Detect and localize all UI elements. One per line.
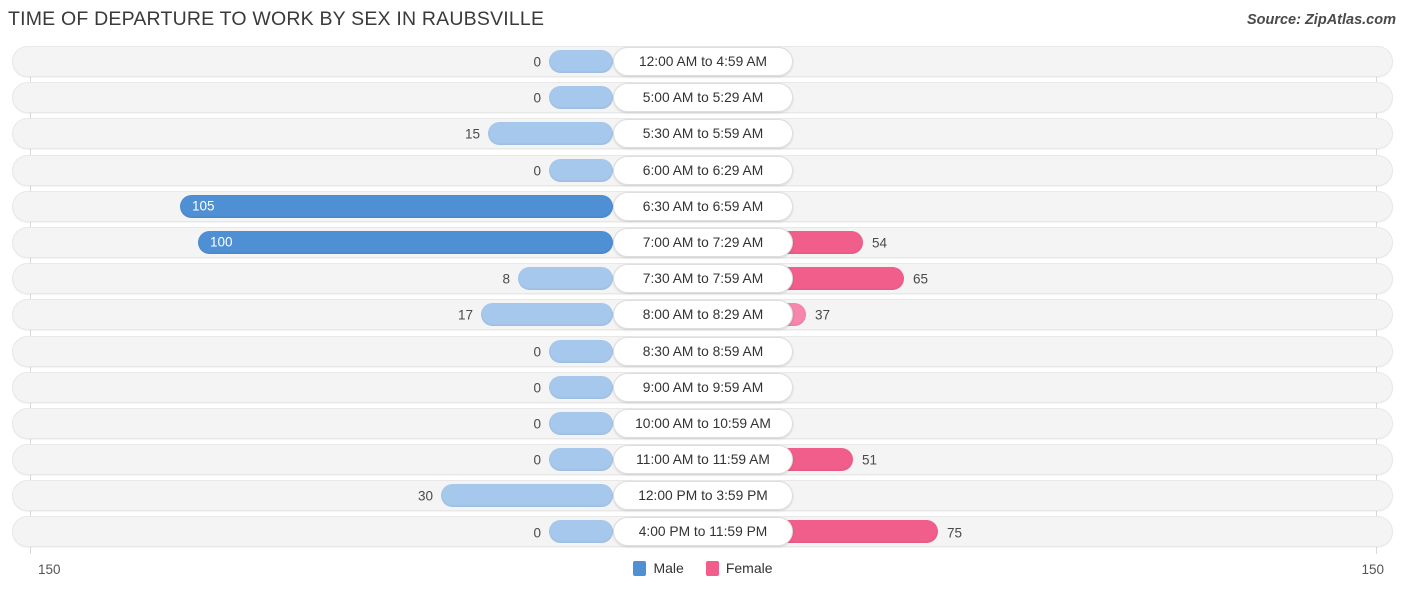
- category-label-pill[interactable]: 7:30 AM to 7:59 AM: [613, 264, 793, 294]
- chart-plot-area: 0 0 12:00 AM to 4:59 AM 0 0 5:00 AM to 5:29 A…: [0, 44, 1406, 556]
- bar-male-value: 0: [533, 452, 541, 468]
- category-label: 4:00 PM to 11:59 PM: [638, 524, 768, 540]
- category-label-pill[interactable]: 8:30 AM to 8:59 AM: [613, 336, 793, 366]
- bar-female-value: 65: [913, 271, 929, 287]
- bar-rows: 0 0 12:00 AM to 4:59 AM 0 0 5:00 AM to 5:29 A…: [0, 44, 1406, 551]
- legend-label-male: Male: [653, 560, 684, 576]
- category-label: 7:00 AM to 7:29 AM: [642, 234, 764, 250]
- legend-swatch-female-icon: [705, 560, 719, 576]
- bar-male[interactable]: [549, 339, 613, 363]
- bar-male[interactable]: [518, 267, 613, 291]
- category-label: 6:30 AM to 6:59 AM: [642, 198, 764, 214]
- category-label-pill[interactable]: 12:00 AM to 4:59 AM: [613, 47, 793, 76]
- table-row[interactable]: 30012:00 PM to 3:59 PM: [0, 478, 1406, 514]
- category-label: 12:00 AM to 4:59 AM: [638, 54, 768, 69]
- bar-male[interactable]: [549, 375, 613, 399]
- chart-footer: 150 150 Male Female: [0, 556, 1406, 594]
- category-label: 8:00 AM to 8:29 AM: [642, 307, 764, 323]
- legend-item-female[interactable]: Female: [705, 560, 773, 576]
- bar-male-value-inside: 100: [210, 234, 233, 250]
- bar-female-value: 37: [815, 307, 831, 323]
- bar-male-value: 17: [457, 307, 473, 323]
- bar-male-value: 0: [533, 380, 541, 396]
- chart-legend: Male Female: [0, 560, 1406, 576]
- category-label: 9:00 AM to 9:59 AM: [642, 379, 764, 395]
- bar-male-value-inside: 105: [192, 198, 215, 214]
- bar-male[interactable]: [488, 122, 613, 146]
- table-row[interactable]: 100 54 7:00 AM to 7:29 AM: [0, 225, 1406, 261]
- bar-male-value: 0: [533, 525, 541, 541]
- category-label: 11:00 AM to 11:59 AM: [636, 452, 770, 468]
- category-label-pill[interactable]: 11:00 AM to 11:59 AM: [613, 445, 793, 475]
- table-row[interactable]: 0 51 11:00 AM to 11:59 AM: [0, 442, 1406, 478]
- table-row[interactable]: 17 37 8:00 AM to 8:29 AM: [0, 297, 1406, 333]
- chart-header: TIME OF DEPARTURE TO WORK BY SEX IN RAUB…: [0, 0, 1406, 44]
- category-label-pill[interactable]: 5:00 AM to 5:29 AM: [613, 83, 793, 113]
- page-title: TIME OF DEPARTURE TO WORK BY SEX IN RAUB…: [8, 8, 545, 30]
- bar-male[interactable]: [441, 484, 613, 508]
- category-label-pill[interactable]: 7:00 AM to 7:29 AM: [613, 227, 793, 257]
- table-row[interactable]: 0176:00 AM to 6:29 AM: [0, 153, 1406, 189]
- table-row[interactable]: 0010:00 AM to 10:59 AM: [0, 406, 1406, 442]
- legend-swatch-male-icon: [633, 560, 647, 576]
- bar-male[interactable]: [549, 158, 613, 182]
- category-label-pill[interactable]: 6:00 AM to 6:29 AM: [613, 155, 793, 185]
- category-label: 5:30 AM to 5:59 AM: [642, 126, 764, 142]
- table-row[interactable]: 1505:30 AM to 5:59 AM: [0, 116, 1406, 152]
- bar-male-value: 15: [464, 126, 480, 142]
- bar-male[interactable]: [549, 50, 613, 73]
- legend-label-female: Female: [725, 560, 773, 576]
- bar-female-value: 51: [862, 452, 878, 468]
- category-label-pill[interactable]: 10:00 AM to 10:59 AM: [613, 408, 793, 438]
- table-row[interactable]: 0012:00 AM to 4:59 AM: [0, 44, 1406, 80]
- bar-male[interactable]: [481, 303, 613, 327]
- table-row[interactable]: 8 65 7:30 AM to 7:59 AM: [0, 261, 1406, 297]
- category-label: 8:30 AM to 8:59 AM: [642, 343, 764, 359]
- category-label-pill[interactable]: 4:00 PM to 11:59 PM: [613, 517, 793, 547]
- bar-male-value: 8: [502, 271, 510, 287]
- source-attribution: Source: ZipAtlas.com: [1246, 12, 1396, 28]
- bar-male[interactable]: 100: [198, 230, 613, 254]
- bar-male-value: 0: [533, 344, 541, 360]
- bar-male-value: 0: [533, 163, 541, 179]
- category-label-pill[interactable]: 8:00 AM to 8:29 AM: [613, 300, 793, 330]
- bar-female-value: 75: [947, 525, 963, 541]
- bar-male-value: 0: [533, 416, 541, 432]
- category-label: 10:00 AM to 10:59 AM: [635, 415, 771, 431]
- bar-female-value: 54: [872, 235, 888, 251]
- bar-male-value: 0: [533, 90, 541, 106]
- bar-male[interactable]: 105: [180, 194, 613, 218]
- bar-male[interactable]: [549, 411, 613, 435]
- table-row[interactable]: 0 75 4:00 PM to 11:59 PM: [0, 514, 1406, 550]
- category-label-pill[interactable]: 5:30 AM to 5:59 AM: [613, 119, 793, 149]
- category-label: 7:30 AM to 7:59 AM: [642, 271, 764, 287]
- bar-male-value: 0: [533, 54, 541, 70]
- bar-male[interactable]: [549, 86, 613, 110]
- category-label-pill[interactable]: 9:00 AM to 9:59 AM: [613, 372, 793, 402]
- category-label-pill[interactable]: 6:30 AM to 6:59 AM: [613, 191, 793, 221]
- bar-male[interactable]: [549, 520, 613, 544]
- bar-male-value: 30: [417, 488, 433, 504]
- table-row[interactable]: 009:00 AM to 9:59 AM: [0, 370, 1406, 406]
- legend-item-male[interactable]: Male: [633, 560, 684, 576]
- category-label: 6:00 AM to 6:29 AM: [642, 162, 764, 178]
- bar-male[interactable]: [549, 448, 613, 472]
- table-row[interactable]: 0178:30 AM to 8:59 AM: [0, 334, 1406, 370]
- table-row[interactable]: 10506:30 AM to 6:59 AM: [0, 189, 1406, 225]
- category-label: 5:00 AM to 5:29 AM: [642, 90, 764, 106]
- category-label: 12:00 PM to 3:59 PM: [638, 488, 768, 504]
- category-label-pill[interactable]: 12:00 PM to 3:59 PM: [613, 481, 793, 511]
- table-row[interactable]: 005:00 AM to 5:29 AM: [0, 80, 1406, 116]
